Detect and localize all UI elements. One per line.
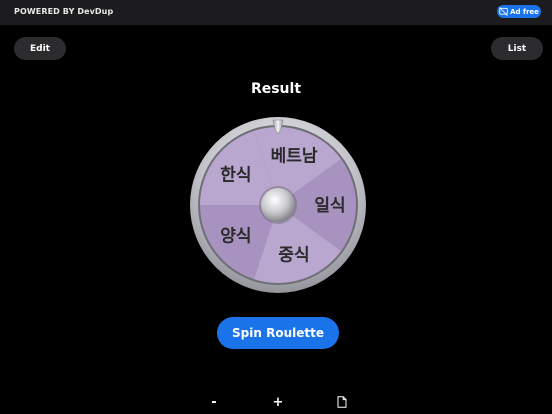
wheel-segment-label: 양식 [220, 227, 251, 247]
wheel-segment-label: 일식 [314, 196, 345, 216]
result-title: Result [250, 81, 302, 97]
wheel-hub [261, 188, 295, 222]
ad-free-icon [499, 7, 508, 16]
spin-roulette-button[interactable]: Spin Roulette [217, 317, 339, 349]
top-banner: POWERED BY DevDup Ad free [0, 0, 552, 25]
document-icon [337, 396, 347, 408]
wheel-segment-label: 중식 [278, 245, 309, 265]
minus-button[interactable]: - [204, 392, 224, 412]
powered-by-text: POWERED BY DevDup [14, 7, 114, 16]
plus-button[interactable]: + [268, 392, 288, 412]
wheel-segment-label: 베트남 [271, 147, 318, 167]
document-button[interactable] [332, 392, 352, 412]
ad-free-button[interactable]: Ad free [497, 5, 541, 18]
edit-button[interactable]: Edit [14, 37, 66, 60]
ad-free-label: Ad free [510, 7, 539, 16]
list-button[interactable]: List [491, 37, 543, 60]
roulette-wheel[interactable]: 베트남일식중식 양식 한식 [189, 116, 367, 294]
wheel-segment-label: 한식 [220, 165, 251, 185]
